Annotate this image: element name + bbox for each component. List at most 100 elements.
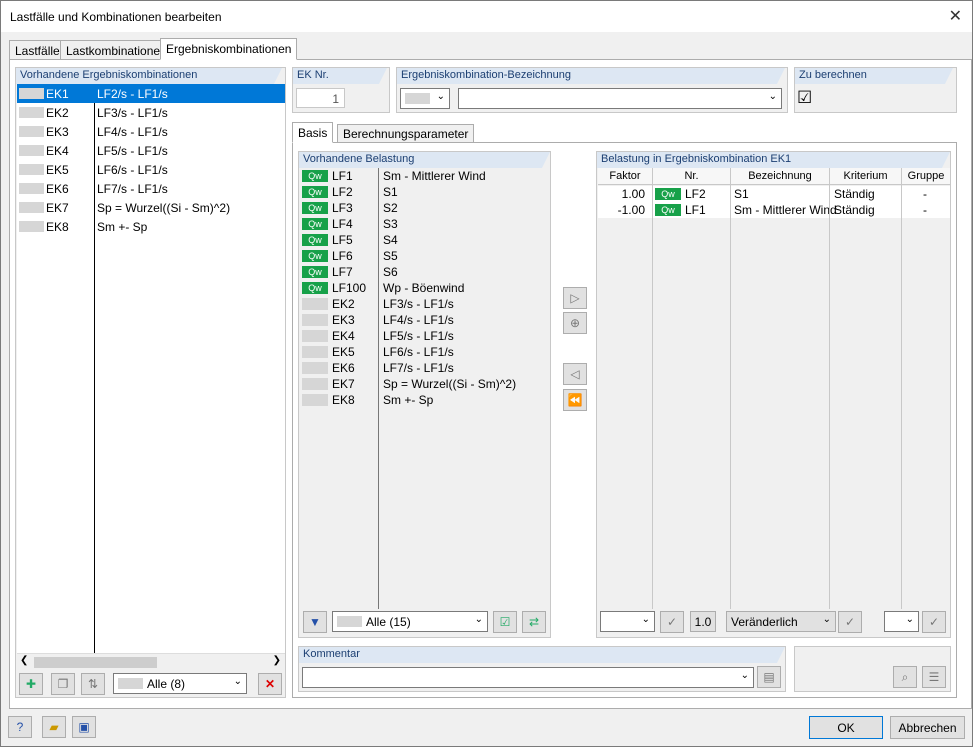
table-row[interactable]: 1.00 Qw LF2 S1 Ständig - [598,186,950,202]
scrollbar-thumb[interactable] [34,657,157,668]
open-icon[interactable]: ▰ [42,716,66,738]
ek-id: EK2 [46,106,69,120]
list-item[interactable]: EK7 Sp = Wurzel((Si - Sm)^2) [300,376,550,392]
col-kriterium[interactable]: Kriterium [830,168,902,185]
col-faktor[interactable]: Faktor [598,168,653,185]
kriterium-combo[interactable]: Veränderlich ⌄ [726,611,836,632]
list-item[interactable]: EK5 LF6/s - LF1/s [300,344,550,360]
list-item[interactable]: EK4 LF5/s - LF1/s [300,328,550,344]
ek-id: EK3 [46,125,69,139]
bezeichnung-combo[interactable]: ⌄ [458,88,782,109]
add-load-icon[interactable]: ▷ [563,287,587,309]
list-item[interactable]: EK4 LF5/s - LF1/s [17,141,285,160]
invert-selection-icon[interactable]: ⇄ [522,611,546,633]
ek-id: EK5 [46,163,69,177]
apply-gruppe-icon[interactable]: ✓ [922,611,946,633]
title-bar: Lastfälle und Kombinationen bearbeiten ✕ [0,0,973,32]
search-icon[interactable]: ⌕ [893,666,917,688]
list-item[interactable]: Qw LF1 Sm - Mittlerer Wind [300,168,550,184]
belastung-table[interactable]: Faktor Nr. Bezeichnung Kriterium Gruppe … [598,168,950,609]
tab-lastfaelle[interactable]: Lastfälle [9,40,66,61]
list-item[interactable]: Qw LF5 S4 [300,232,550,248]
remove-load-icon[interactable]: ◁ [563,363,587,385]
list-item[interactable]: Qw LF3 S2 [300,200,550,216]
kommentar-combo[interactable]: ⌄ [302,667,754,688]
remove-all-icon[interactable]: ⏪ [563,389,587,411]
apply-kriterium-icon[interactable]: ✓ [838,611,862,633]
belastung-filter-combo[interactable]: Alle (15) ⌄ [332,611,488,632]
list-item[interactable]: EK3 LF4/s - LF1/s [17,122,285,141]
list-item[interactable]: EK6 LF7/s - LF1/s [17,179,285,198]
chevron-down-icon: ⌄ [233,676,242,687]
save-icon[interactable]: ▣ [72,716,96,738]
ek-id: EK6 [46,182,69,196]
delete-icon[interactable]: ✕ [258,673,282,695]
col-gruppe[interactable]: Gruppe [902,168,950,185]
color-combo[interactable]: ⌄ [400,88,450,109]
list-item[interactable]: EK8 Sm +- Sp [300,392,550,408]
zu-berechnen-checkbox[interactable]: ☑ [797,88,812,108]
list-item[interactable]: EK7 Sp = Wurzel((Si - Sm)^2) [17,198,285,217]
apply-faktor-icon[interactable]: ✓ [660,611,684,633]
list-item[interactable]: EK2 LF3/s - LF1/s [17,103,285,122]
ek-list[interactable]: EK1 LF2/s - LF1/s EK2 LF3/s - LF1/s EK3 LF4/s… [17,84,285,653]
tab-ergebniskombinationen[interactable]: Ergebniskombinationen [160,38,298,60]
window-title: Lastfälle und Kombinationen bearbeiten [10,10,222,24]
cancel-button[interactable]: Abbrechen [890,716,965,739]
filter-combo[interactable]: Alle (8) ⌄ [113,673,247,694]
kommentar-label: Kommentar [299,647,785,663]
ok-button[interactable]: OK [809,716,883,739]
color-swatch [19,88,44,99]
list-item[interactable]: EK8 Sm +- Sp [17,217,285,236]
kommentar-library-icon[interactable]: ▤ [757,666,781,688]
ek-desc: LF3/s - LF1/s [97,106,168,120]
copy-combination-button[interactable]: ❐ [51,673,75,695]
list-item[interactable]: EK3 LF4/s - LF1/s [300,312,550,328]
gruppe-combo[interactable]: ⌄ [884,611,919,632]
settings-icon[interactable]: ☰ [922,666,946,688]
grid-line [652,185,653,609]
scroll-right-icon[interactable]: ❯ [273,655,281,666]
load-id: LF5 [332,233,353,247]
cell-bezeichnung: Sm - Mittlerer Wind [734,203,837,217]
close-icon[interactable]: ✕ [949,6,962,26]
faktor-combo[interactable]: ⌄ [600,611,655,632]
list-item[interactable]: EK2 LF3/s - LF1/s [300,296,550,312]
table-row[interactable]: -1.00 Qw LF1 Sm - Mittlerer Wind Ständig - [598,202,950,218]
list-item[interactable]: Qw LF100 Wp - Böenwind [300,280,550,296]
factor-one-button[interactable]: 1.0 [690,611,716,632]
tab-lastkombinationen[interactable]: Lastkombinationen [60,40,173,61]
col-nr[interactable]: Nr. [653,168,731,185]
select-all-icon[interactable]: ☑ [493,611,517,633]
color-swatch [19,145,44,156]
scroll-left-icon[interactable]: ❮ [20,655,28,666]
list-item[interactable]: EK6 LF7/s - LF1/s [300,360,550,376]
filter-icon[interactable]: ▼ [303,611,327,633]
list-item[interactable]: Qw LF7 S6 [300,264,550,280]
load-id: EK3 [332,313,355,327]
ek-desc: Sm +- Sp [97,220,148,234]
color-swatch [302,394,328,406]
add-with-factor-icon[interactable]: ⊕ [563,312,587,334]
chevron-down-icon: ⌄ [768,91,777,102]
color-swatch [19,202,44,213]
list-item[interactable]: Qw LF6 S5 [300,248,550,264]
list-item[interactable]: Qw LF2 S1 [300,184,550,200]
list-item[interactable]: Qw LF4 S3 [300,216,550,232]
renumber-button[interactable]: ⇅ [81,673,105,695]
help-icon[interactable]: ? [8,716,32,738]
load-id: LF4 [332,217,353,231]
tab-basis[interactable]: Basis [292,122,334,143]
vorhandene-list[interactable]: Qw LF1 Sm - Mittlerer Wind Qw LF2 S1 Qw LF3 S2 Qw… [300,168,550,609]
horizontal-scrollbar[interactable]: ❮ ❯ [17,653,285,670]
ek-desc: LF2/s - LF1/s [97,87,168,101]
color-swatch [19,107,44,118]
list-item[interactable]: EK1 LF2/s - LF1/s [17,84,285,103]
new-combination-button[interactable]: ✚ [19,673,43,695]
col-bezeichnung[interactable]: Bezeichnung [731,168,830,185]
list-item[interactable]: EK5 LF6/s - LF1/s [17,160,285,179]
tab-berechnungsparameter[interactable]: Berechnungsparameter [337,124,475,143]
load-desc: S6 [383,265,398,279]
color-swatch [405,93,430,104]
ek-nr-field[interactable]: 1 [296,88,345,108]
